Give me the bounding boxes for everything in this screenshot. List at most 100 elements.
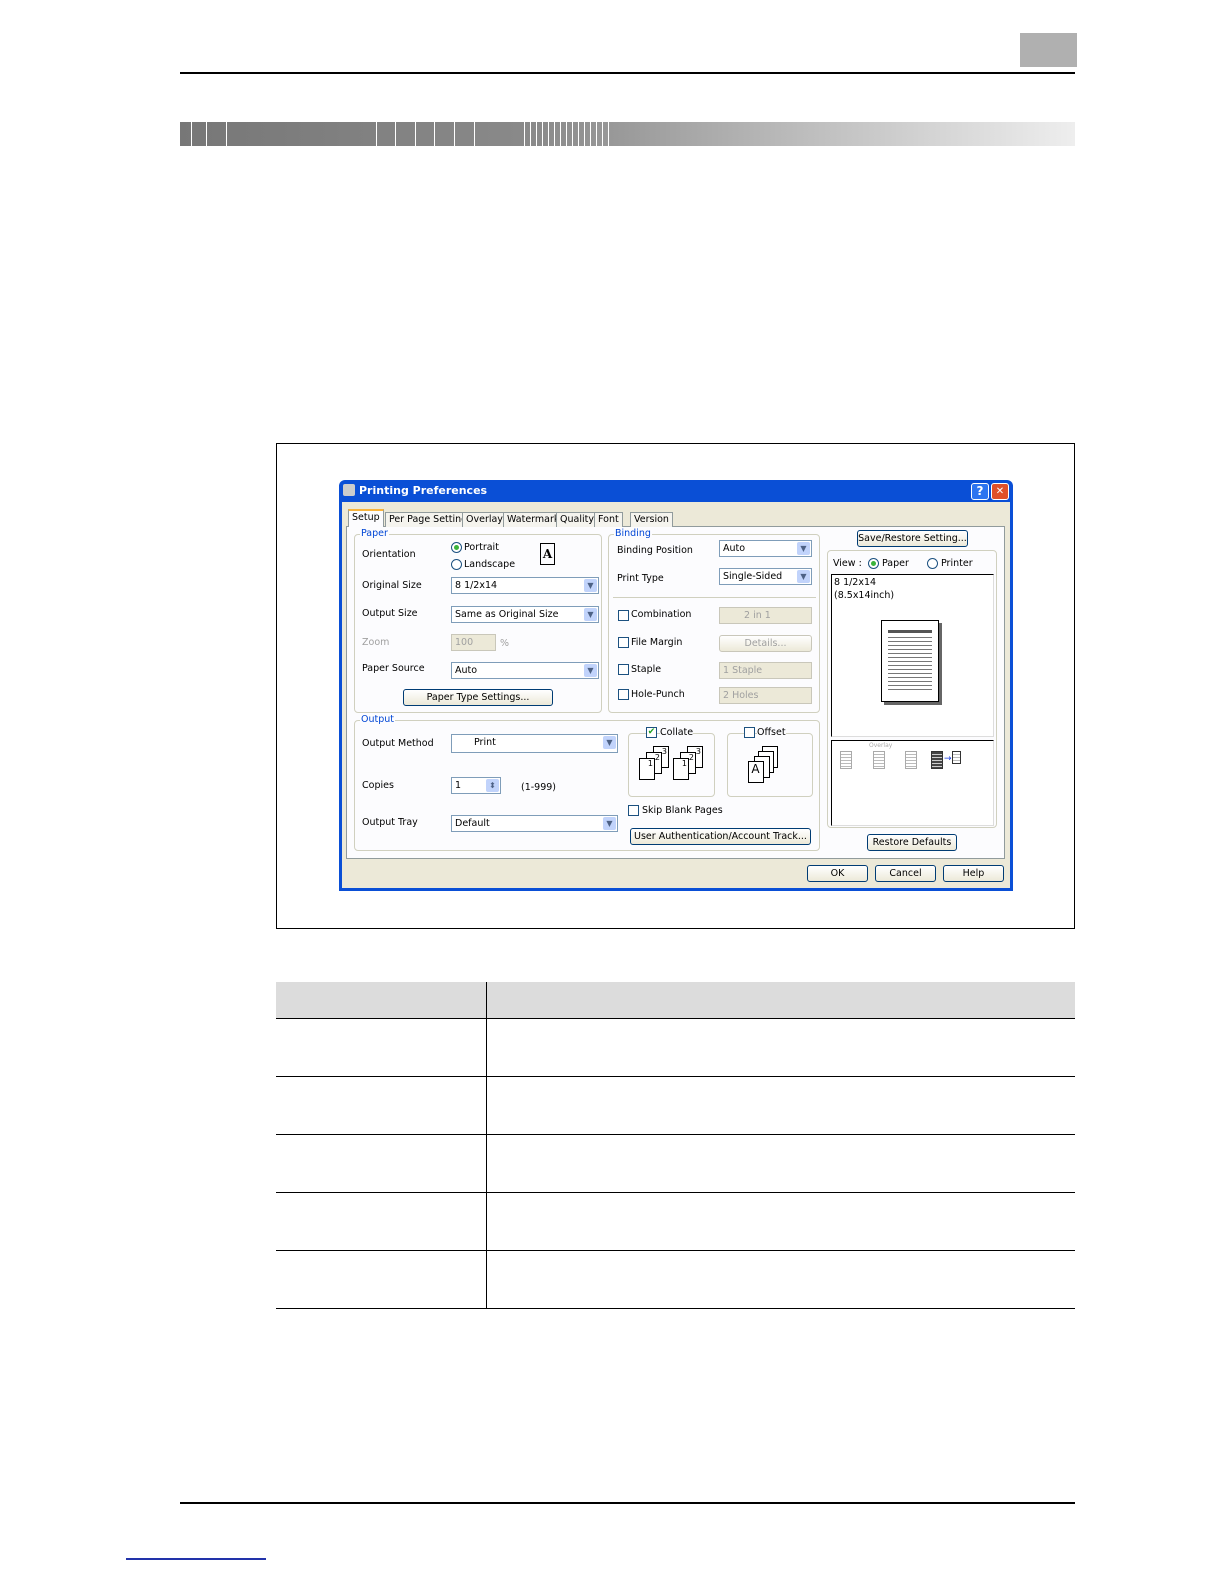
binding-position-label: Binding Position <box>617 545 693 556</box>
divider <box>613 597 816 598</box>
table-cell <box>276 1076 487 1135</box>
output-method-select[interactable]: Print ▼ <box>451 734 618 753</box>
output-group-label: Output <box>360 714 395 725</box>
dialog-title: Printing Preferences <box>359 484 488 497</box>
table-cell <box>486 1134 1075 1193</box>
tab-version[interactable]: Version <box>630 512 673 527</box>
tab-overlay[interactable]: Overlay <box>462 512 507 527</box>
table-cell <box>276 1134 487 1193</box>
table-cell <box>486 1250 1075 1309</box>
combination-select[interactable]: 2 in 1 <box>719 607 812 624</box>
output-tray-value: Default <box>455 818 490 829</box>
portrait-page-icon: A <box>540 543 555 565</box>
print-type-select[interactable]: Single-Sided ▼ <box>719 568 812 585</box>
collate-page-icon: 1 <box>639 758 655 780</box>
offset-checkbox[interactable] <box>744 727 755 738</box>
user-authentication-button[interactable]: User Authentication/Account Track... <box>630 828 811 845</box>
skip-blank-pages-label: Skip Blank Pages <box>642 805 723 816</box>
zoom-unit: % <box>500 638 510 649</box>
copies-stepper[interactable]: 1 ⬍ <box>451 777 501 794</box>
header-rule <box>180 72 1075 74</box>
table-header-row <box>276 982 1075 1019</box>
document-preview-icon <box>881 620 939 702</box>
zoom-label: Zoom <box>362 637 390 648</box>
close-icon[interactable]: ✕ <box>991 483 1009 500</box>
watermark-preview-icon <box>905 751 917 769</box>
collate-checkbox[interactable]: ✔ <box>646 727 657 738</box>
zoom-stepper[interactable]: 100 <box>451 634 496 651</box>
overlay-preview-icon <box>873 751 885 769</box>
details-button[interactable]: Details... <box>719 635 812 652</box>
help-button[interactable]: Help <box>943 865 1004 882</box>
chevron-down-icon: ▼ <box>797 570 810 583</box>
print-type-label: Print Type <box>617 573 664 584</box>
table-header-cell <box>486 982 1075 1019</box>
view-printer-radio[interactable] <box>927 558 938 569</box>
binding-position-select[interactable]: Auto ▼ <box>719 540 812 557</box>
output-preview-icon <box>952 751 961 764</box>
ok-button[interactable]: OK <box>807 865 868 882</box>
staple-checkbox[interactable] <box>618 664 629 675</box>
cancel-button[interactable]: Cancel <box>875 865 936 882</box>
tab-font[interactable]: Font <box>594 512 623 527</box>
file-margin-label: File Margin <box>631 637 683 648</box>
description-table <box>276 982 1075 1309</box>
table-row <box>276 1018 1075 1077</box>
hole-punch-select[interactable]: 2 Holes <box>719 687 812 704</box>
staple-select[interactable]: 1 Staple <box>719 662 812 679</box>
table-row <box>276 1192 1075 1251</box>
paper-type-settings-button[interactable]: Paper Type Settings... <box>403 689 553 706</box>
combination-checkbox[interactable] <box>618 610 629 621</box>
portrait-radio[interactable] <box>451 542 462 553</box>
original-size-label: Original Size <box>362 580 422 591</box>
output-method-label: Output Method <box>362 738 434 749</box>
help-title-button[interactable]: ? <box>971 483 989 500</box>
view-paper-label: Paper <box>882 558 909 569</box>
landscape-label: Landscape <box>464 559 516 570</box>
footer-link-underline[interactable] <box>126 1558 266 1560</box>
tab-quality[interactable]: Quality <box>556 512 598 527</box>
chevron-down-icon: ▼ <box>603 817 616 830</box>
copies-range: (1-999) <box>521 782 557 793</box>
spin-arrows-icon[interactable]: ⬍ <box>486 779 499 792</box>
output-tray-label: Output Tray <box>362 817 418 828</box>
print-type-value: Single-Sided <box>723 571 783 582</box>
view-paper-radio[interactable] <box>868 558 879 569</box>
offset-page-icon: A <box>748 761 764 783</box>
paper-source-select[interactable]: Auto ▼ <box>451 662 599 679</box>
tab-setup[interactable]: Setup <box>348 509 384 527</box>
tab-watermark[interactable]: Watermark <box>503 512 564 527</box>
output-size-value: Same as Original Size <box>455 609 559 620</box>
table-row <box>276 1134 1075 1193</box>
original-size-select[interactable]: 8 1/2x14 ▼ <box>451 577 599 594</box>
copies-label: Copies <box>362 780 394 791</box>
output-size-select[interactable]: Same as Original Size ▼ <box>451 606 599 623</box>
hole-punch-value: 2 Holes <box>723 690 759 701</box>
zoom-value: 100 <box>455 637 474 648</box>
staple-label: Staple <box>631 664 662 675</box>
save-restore-setting-button[interactable]: Save/Restore Setting... <box>857 530 968 547</box>
chevron-down-icon: ▼ <box>797 542 810 555</box>
tab-per-page-setting[interactable]: Per Page Setting <box>385 512 472 527</box>
paper-name: 8 1/2x14 <box>834 577 877 588</box>
hole-punch-label: Hole-Punch <box>631 689 685 700</box>
table-cell <box>276 1250 487 1309</box>
copies-value: 1 <box>455 780 462 791</box>
offset-label: Offset <box>757 727 786 738</box>
binding-group-label: Binding <box>614 528 652 539</box>
chapter-marker <box>1020 33 1077 67</box>
table-cell <box>276 1192 487 1251</box>
orientation-label: Orientation <box>362 549 416 560</box>
collate-label: Collate <box>660 727 694 738</box>
combination-value: 2 in 1 <box>744 610 771 621</box>
restore-defaults-button[interactable]: Restore Defaults <box>867 834 957 851</box>
arrow-right-icon: → <box>944 754 952 764</box>
hole-punch-checkbox[interactable] <box>618 689 629 700</box>
skip-blank-pages-checkbox[interactable] <box>628 805 639 816</box>
file-margin-checkbox[interactable] <box>618 637 629 648</box>
output-tray-select[interactable]: Default ▼ <box>451 815 618 832</box>
overlay-preview-label: Overlay <box>869 742 893 749</box>
chevron-down-icon: ▼ <box>584 579 597 592</box>
landscape-radio[interactable] <box>451 559 462 570</box>
table-cell <box>276 1018 487 1077</box>
